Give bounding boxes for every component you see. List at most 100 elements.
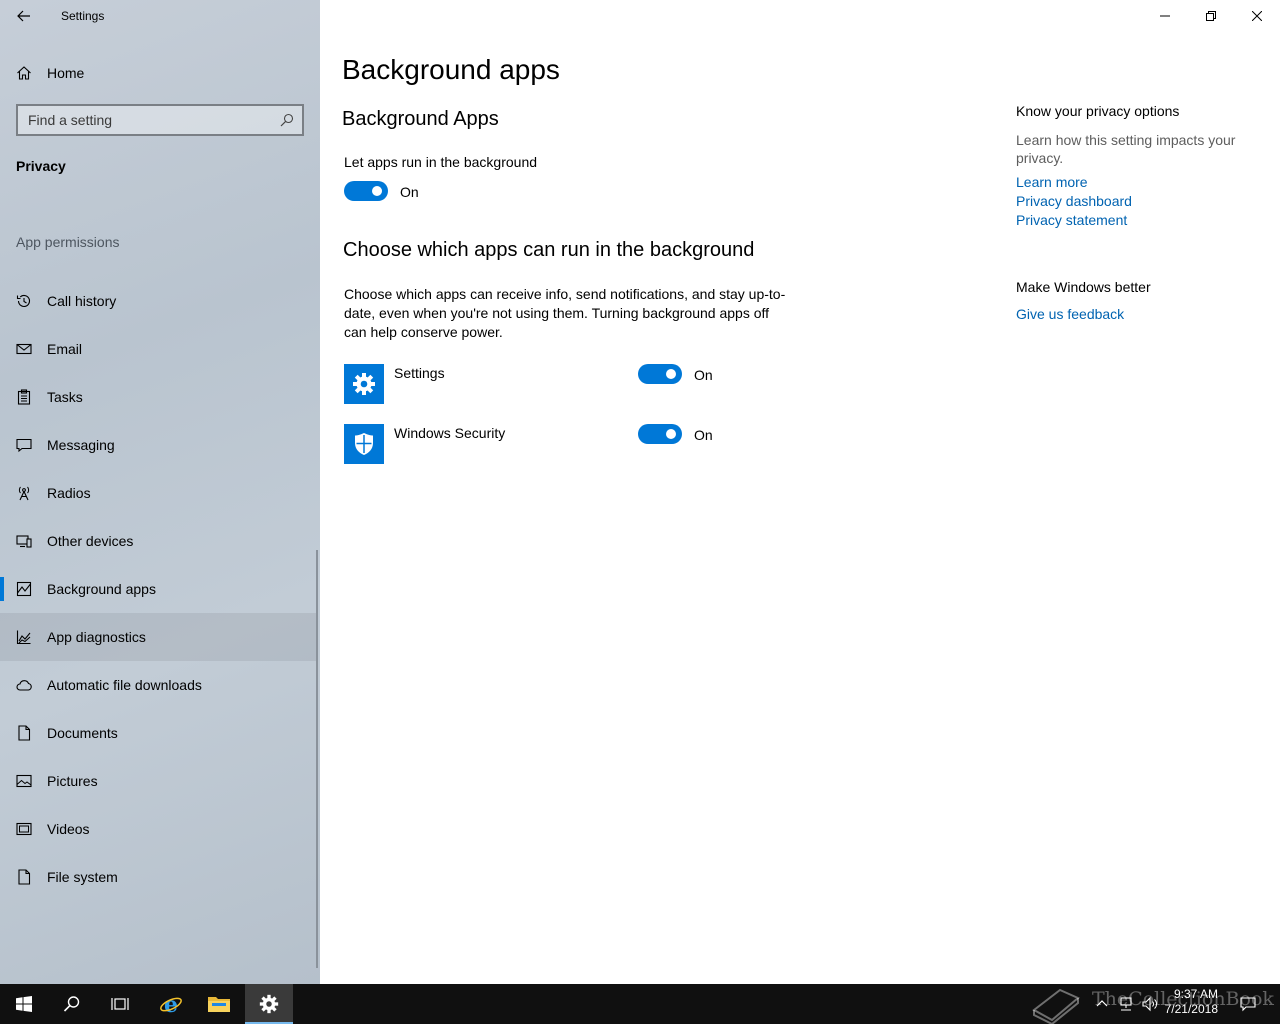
sidebar-item-label: Pictures [47, 773, 98, 789]
sidebar-item-background-apps[interactable]: Background apps [0, 565, 316, 613]
taskbar-settings-button[interactable] [245, 984, 293, 1024]
sidebar-item-file-system[interactable]: File system [0, 853, 316, 901]
chevron-up-icon[interactable] [1094, 996, 1110, 1012]
close-button[interactable] [1234, 0, 1280, 32]
background-apps-icon [16, 581, 32, 597]
give-feedback-link[interactable]: Give us feedback [1016, 306, 1124, 322]
mail-icon [16, 341, 32, 357]
sidebar-item-label: File system [47, 869, 118, 885]
sidebar-item-label: Automatic file downloads [47, 677, 202, 693]
toggle-label: Let apps run in the background [344, 154, 538, 170]
sidebar-nav-list: Call history Email Tasks Messaging Radio… [0, 277, 316, 901]
network-icon[interactable] [1118, 996, 1134, 1012]
sidebar-item-documents[interactable]: Documents [0, 709, 316, 757]
chat-icon [16, 437, 32, 453]
video-icon [16, 821, 32, 837]
sidebar-item-label: Home [47, 65, 85, 81]
action-center-icon[interactable] [1240, 996, 1256, 1012]
picture-icon [16, 773, 32, 789]
learn-more-link[interactable]: Learn more [1016, 174, 1088, 190]
search-box[interactable] [16, 104, 304, 136]
windows-logo-icon [16, 996, 32, 1012]
section-title: Privacy [16, 158, 66, 174]
taskbar-file-explorer-button[interactable] [195, 984, 243, 1024]
back-button[interactable] [8, 2, 40, 30]
main-content: Background apps Background Apps Let apps… [320, 0, 1280, 984]
sidebar-item-label: Other devices [47, 533, 134, 549]
title-bar-left: Settings [0, 0, 320, 32]
start-button[interactable] [0, 984, 48, 1024]
volume-icon[interactable] [1142, 996, 1158, 1012]
sidebar-item-home[interactable]: Home [0, 52, 316, 94]
internet-explorer-icon: e [160, 992, 182, 1016]
sidebar-scrollbar[interactable] [316, 550, 318, 968]
window-controls [1142, 0, 1280, 32]
shield-icon [355, 433, 373, 455]
gear-icon [259, 994, 279, 1014]
sidebar-item-label: Email [47, 341, 83, 357]
toggle-state: On [400, 184, 419, 200]
privacy-options-text: Learn how this setting impacts your priv… [1016, 132, 1236, 166]
search-icon [63, 996, 80, 1012]
sidebar-item-automatic-file-downloads[interactable]: Automatic file downloads [0, 661, 316, 709]
book-logo-icon [1032, 988, 1080, 1024]
minimize-button[interactable] [1142, 0, 1188, 32]
gear-icon [353, 373, 375, 395]
svg-text:e: e [164, 992, 178, 1016]
sidebar-item-other-devices[interactable]: Other devices [0, 517, 316, 565]
sidebar-item-call-history[interactable]: Call history [0, 277, 316, 325]
sidebar-item-label: Call history [47, 293, 117, 309]
sidebar-item-videos[interactable]: Videos [0, 805, 316, 853]
windows-security-app-toggle[interactable] [638, 424, 682, 444]
task-view-icon [111, 998, 129, 1010]
settings-app-toggle[interactable] [638, 364, 682, 384]
sidebar-item-label: Videos [47, 821, 90, 837]
search-icon[interactable] [280, 113, 294, 127]
app-tile-settings [344, 364, 384, 404]
toggle-knob [372, 186, 382, 196]
sidebar-item-email[interactable]: Email [0, 325, 316, 373]
toggle-state: On [694, 367, 713, 383]
folder-icon [208, 997, 230, 1012]
make-windows-better-heading: Make Windows better [1016, 279, 1151, 295]
task-view-button[interactable] [96, 984, 144, 1024]
app-name: Settings [394, 365, 445, 381]
home-icon [16, 65, 32, 81]
clock-date: 7/21/2018 [1164, 1002, 1218, 1016]
sidebar-item-pictures[interactable]: Pictures [0, 757, 316, 805]
history-icon [16, 293, 32, 309]
app-title: Settings [61, 9, 105, 23]
privacy-statement-link[interactable]: Privacy statement [1016, 212, 1127, 228]
background-apps-toggle[interactable] [344, 181, 388, 201]
sidebar-item-radios[interactable]: Radios [0, 469, 316, 517]
taskbar-ie-button[interactable]: e [147, 984, 195, 1024]
sidebar-item-label: Documents [47, 725, 118, 741]
sidebar-item-app-diagnostics[interactable]: App diagnostics [0, 613, 316, 661]
privacy-dashboard-link[interactable]: Privacy dashboard [1016, 193, 1132, 209]
restore-icon [1206, 11, 1216, 21]
privacy-options-heading: Know your privacy options [1016, 103, 1180, 119]
page-title: Background apps [342, 54, 560, 85]
close-icon [1252, 11, 1262, 21]
group-label: App permissions [16, 234, 120, 250]
sidebar-item-label: Messaging [47, 437, 115, 453]
sidebar-item-label: App diagnostics [47, 629, 146, 645]
sidebar-item-tasks[interactable]: Tasks [0, 373, 316, 421]
toggle-knob [666, 429, 676, 439]
taskbar-search-button[interactable] [48, 984, 96, 1024]
restore-button[interactable] [1188, 0, 1234, 32]
back-arrow-icon [17, 10, 30, 22]
toggle-state: On [694, 427, 713, 443]
clock[interactable]: 9:37 AM 7/21/2018 [1165, 987, 1218, 1017]
sidebar-item-messaging[interactable]: Messaging [0, 421, 316, 469]
cloud-icon [16, 677, 32, 693]
antenna-icon [16, 485, 32, 501]
minimize-icon [1160, 15, 1170, 17]
sidebar-item-label: Background apps [47, 581, 156, 597]
app-tile-windows-security [344, 424, 384, 464]
section-heading-background-apps: Background Apps [342, 108, 499, 130]
taskbar: e TheCollectionBook 9:37 AM 7/21/2018 [0, 984, 1280, 1024]
search-input[interactable] [28, 106, 268, 134]
sidebar-item-label: Tasks [47, 389, 83, 405]
sidebar-item-label: Radios [47, 485, 91, 501]
